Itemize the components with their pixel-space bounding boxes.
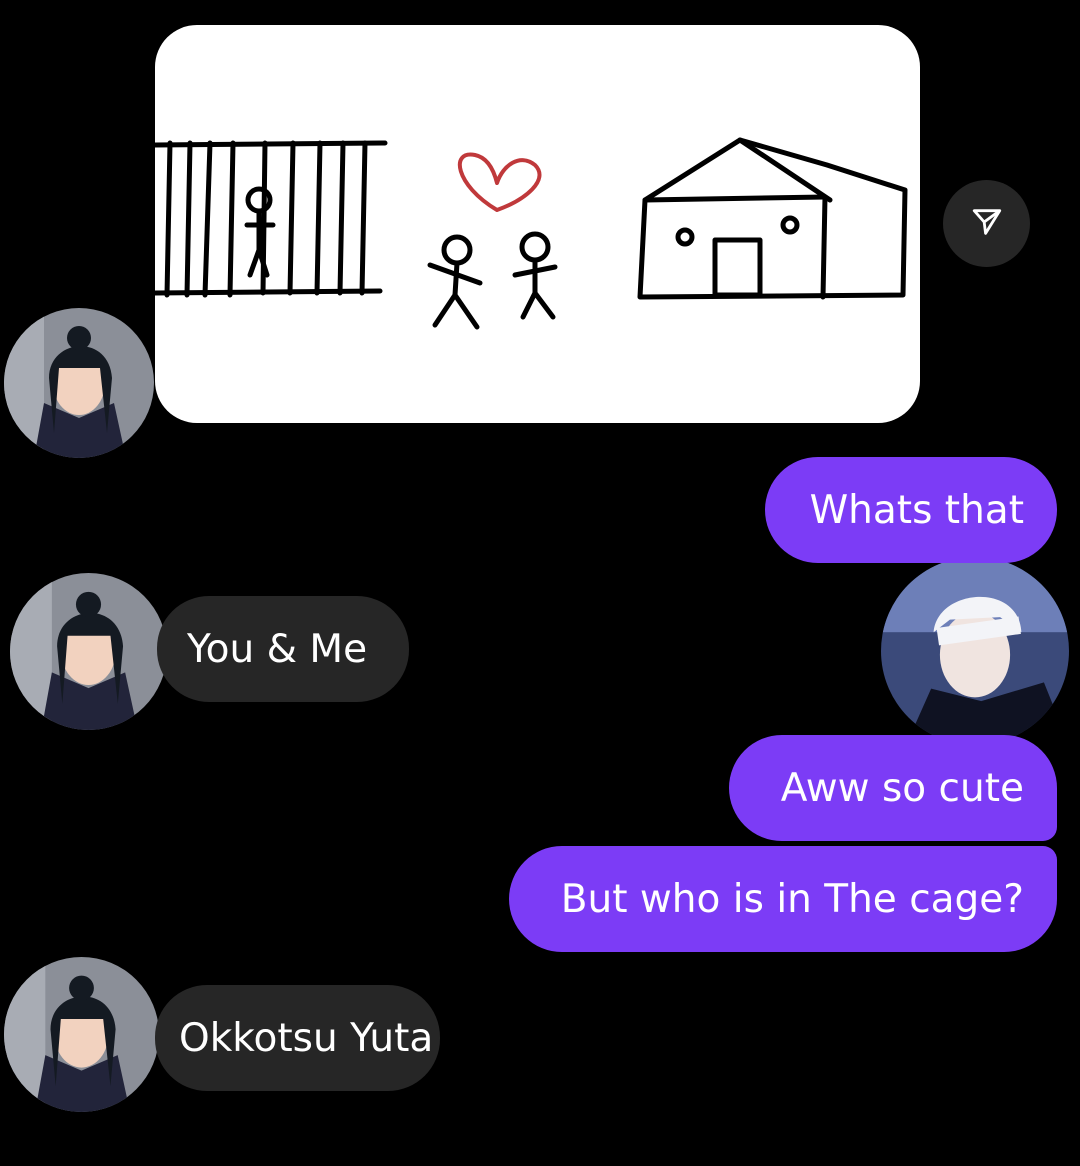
message-bubble-outgoing[interactable]: Aww so cute [729,735,1057,841]
message-text: You & Me [187,626,368,672]
message-bubble-outgoing[interactable]: But who is in The cage? [509,846,1057,952]
message-bubble-incoming[interactable]: You & Me [157,596,409,702]
message-bubble-incoming[interactable]: Okkotsu Yuta [155,985,440,1091]
message-text: Whats that [809,487,1024,533]
shared-drawing-image[interactable] [155,25,920,423]
avatar[interactable] [4,957,159,1112]
heart-drawing [457,152,542,212]
share-button[interactable] [943,180,1030,267]
message-bubble-outgoing[interactable]: Whats that [765,457,1057,563]
avatar[interactable] [4,308,154,458]
cage-drawing [155,140,388,298]
avatar[interactable] [10,573,167,730]
message-text: Aww so cute [780,765,1024,811]
couple-drawing [427,231,558,330]
avatar[interactable] [881,557,1069,745]
message-text: But who is in The cage? [560,876,1024,922]
house-drawing [637,137,908,300]
paper-plane-icon [970,205,1004,243]
message-text: Okkotsu Yuta [179,1015,434,1061]
